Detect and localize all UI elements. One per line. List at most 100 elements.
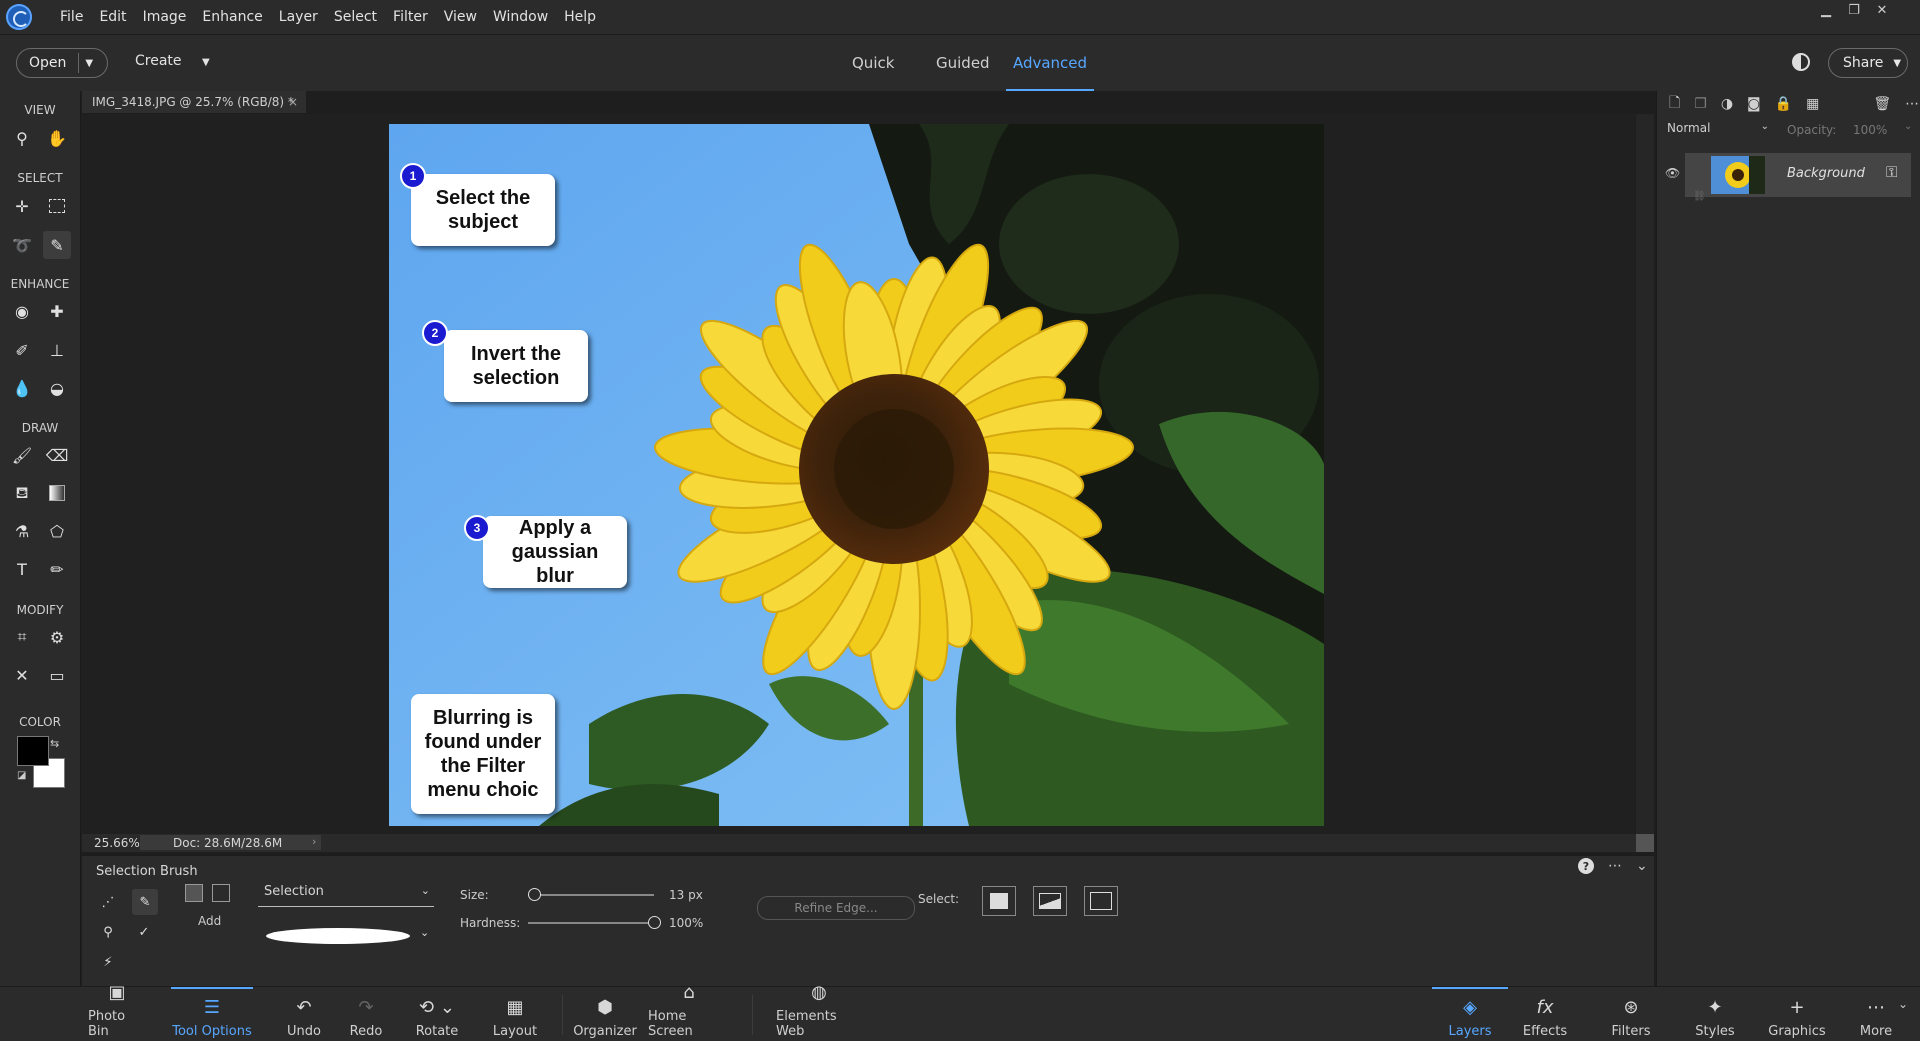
select-background-icon[interactable] bbox=[1084, 886, 1118, 916]
restore-icon[interactable]: ❐ bbox=[1840, 0, 1868, 20]
select-subject-icon[interactable] bbox=[982, 886, 1016, 916]
rotate-button[interactable]: ⟲ ⌄ Rotate bbox=[412, 987, 462, 1041]
select-sky-icon[interactable] bbox=[1033, 886, 1067, 916]
layer-mask-icon[interactable]: ◙ bbox=[1747, 96, 1761, 112]
more-icon[interactable]: ⋯ bbox=[1905, 96, 1919, 112]
chevron-down-icon[interactable]: ▼ bbox=[85, 58, 93, 69]
menu-enhance[interactable]: Enhance bbox=[194, 0, 270, 34]
elements-web-button[interactable]: ◍ Elements Web bbox=[776, 982, 862, 1041]
tab-advanced[interactable]: Advanced bbox=[1006, 35, 1094, 91]
close-icon[interactable]: ✕ bbox=[1868, 0, 1896, 20]
blur-icon[interactable]: 💧 bbox=[8, 374, 36, 402]
quick-selection-icon[interactable]: ⚲ bbox=[96, 920, 120, 944]
vertical-scrollbar[interactable] bbox=[1636, 114, 1654, 834]
pencil-icon[interactable]: ✏ bbox=[43, 555, 71, 583]
lock-icon[interactable]: 🔒 bbox=[1775, 96, 1792, 112]
new-layer-icon[interactable]: 🗋 bbox=[1669, 92, 1680, 116]
brush-preview[interactable] bbox=[266, 928, 410, 944]
gradient-icon[interactable] bbox=[43, 479, 71, 507]
type-icon[interactable]: T bbox=[8, 555, 36, 583]
menu-edit[interactable]: Edit bbox=[91, 0, 134, 34]
menu-window[interactable]: Window bbox=[485, 0, 556, 34]
undo-button[interactable]: ↶ Undo bbox=[284, 987, 324, 1041]
crop-icon[interactable]: ⌗ bbox=[8, 623, 36, 651]
lock-transparency-icon[interactable]: ▦ bbox=[1806, 96, 1819, 112]
add-mode-icon[interactable] bbox=[185, 884, 203, 902]
effects-button[interactable]: fx Effects bbox=[1523, 987, 1567, 1041]
marquee-icon[interactable] bbox=[43, 192, 71, 220]
eyedropper-icon[interactable]: ⚗ bbox=[8, 517, 36, 545]
share-button[interactable]: Share ▼ bbox=[1828, 48, 1908, 78]
menu-view[interactable]: View bbox=[436, 0, 485, 34]
magic-wand-icon[interactable]: ⚡ bbox=[96, 950, 120, 974]
auto-selection-icon[interactable]: ✓ bbox=[132, 920, 156, 944]
hardness-slider-handle[interactable] bbox=[648, 916, 661, 929]
size-slider-handle[interactable] bbox=[528, 888, 542, 901]
menu-select[interactable]: Select bbox=[326, 0, 385, 34]
menu-file[interactable]: File bbox=[52, 0, 91, 34]
layers-button[interactable]: ◈ Layers bbox=[1432, 987, 1508, 1041]
adjustment-layer-icon[interactable]: ◑ bbox=[1721, 96, 1733, 112]
size-slider[interactable] bbox=[528, 888, 654, 901]
blend-mode-select[interactable]: Normal ⌄ bbox=[1667, 121, 1769, 141]
opacity-value[interactable]: 100% bbox=[1853, 123, 1887, 137]
create-button[interactable]: Create ▼ bbox=[135, 53, 210, 69]
photo-canvas[interactable]: Select the subject 1 Invert the selectio… bbox=[389, 124, 1324, 826]
chevron-down-icon[interactable]: ⌄ bbox=[1904, 121, 1912, 132]
selection-brush-tool-icon[interactable]: ⋰ bbox=[96, 890, 120, 914]
spot-healing-icon[interactable]: ✚ bbox=[43, 297, 71, 325]
brush-icon[interactable]: 🖌 bbox=[8, 441, 36, 469]
recompose-icon[interactable]: ⚙ bbox=[43, 623, 71, 651]
layer-row-background[interactable]: Background ⚿ bbox=[1685, 153, 1911, 197]
filters-button[interactable]: ⊛ Filters bbox=[1610, 987, 1652, 1041]
refine-edge-button[interactable]: Refine Edge... bbox=[757, 896, 915, 920]
swap-colors-icon[interactable]: ⇆ bbox=[50, 737, 59, 750]
smart-brush-icon[interactable]: ✐ bbox=[8, 336, 36, 364]
photo-bin-button[interactable]: ▣ Photo Bin bbox=[88, 982, 146, 1041]
lasso-icon[interactable]: ➰ bbox=[8, 231, 36, 259]
red-eye-icon[interactable]: ◉ bbox=[8, 297, 36, 325]
hardness-slider[interactable] bbox=[528, 916, 661, 929]
subtract-mode-icon[interactable] bbox=[212, 884, 230, 902]
minimize-icon[interactable]: ▁ bbox=[1812, 0, 1840, 20]
tab-guided[interactable]: Guided bbox=[936, 35, 990, 91]
document-tab[interactable]: IMG_3418.JPG @ 25.7% (RGB/8) * × bbox=[82, 91, 306, 113]
help-icon[interactable]: ? bbox=[1578, 858, 1594, 874]
redo-button[interactable]: ↷ Redo bbox=[346, 987, 386, 1041]
selection-brush-icon[interactable]: ✎ bbox=[43, 231, 71, 259]
home-screen-button[interactable]: ⌂ Home Screen bbox=[648, 982, 730, 1041]
menu-image[interactable]: Image bbox=[135, 0, 195, 34]
hand-icon[interactable]: ✋ bbox=[43, 124, 71, 152]
chevron-right-icon[interactable]: › bbox=[312, 835, 316, 848]
selection-brush-tool-icon-active[interactable]: ✎ bbox=[132, 889, 158, 915]
eraser-icon[interactable]: ⌫ bbox=[43, 441, 71, 469]
paint-bucket-icon[interactable]: ⛾ bbox=[8, 479, 36, 507]
open-button[interactable]: Open ▼ bbox=[16, 48, 108, 78]
sponge-icon[interactable]: ◒ bbox=[43, 374, 71, 402]
trash-icon[interactable]: 🗑 bbox=[1873, 96, 1891, 112]
chevron-down-icon[interactable]: ⌄ bbox=[420, 926, 429, 939]
foreground-color-swatch[interactable] bbox=[17, 736, 49, 766]
graphics-button[interactable]: + Graphics bbox=[1768, 987, 1825, 1041]
straighten-icon[interactable]: ▭ bbox=[43, 661, 71, 689]
visibility-eye-icon[interactable]: 👁 bbox=[1665, 166, 1680, 180]
new-group-icon[interactable]: ❐ bbox=[1694, 96, 1707, 112]
content-aware-move-icon[interactable]: ✕ bbox=[8, 661, 36, 689]
zoom-icon[interactable]: ⚲ bbox=[8, 124, 36, 152]
tool-options-button[interactable]: ☰ Tool Options bbox=[171, 987, 253, 1041]
menu-filter[interactable]: Filter bbox=[385, 0, 436, 34]
move-icon[interactable]: ✛ bbox=[8, 192, 36, 220]
organizer-button[interactable]: ⬢ Organizer bbox=[573, 987, 637, 1041]
clone-stamp-icon[interactable]: ⊥ bbox=[43, 336, 71, 364]
styles-button[interactable]: ✦ Styles bbox=[1695, 987, 1735, 1041]
close-tab-icon[interactable]: × bbox=[288, 91, 298, 113]
more-icon[interactable]: ⋯ bbox=[1608, 858, 1622, 874]
chevron-down-icon[interactable]: ⌄ bbox=[1636, 858, 1648, 874]
chevron-down-icon[interactable]: ⌄ bbox=[1898, 997, 1908, 1011]
menu-layer[interactable]: Layer bbox=[271, 0, 326, 34]
selection-type-select[interactable]: Selection ⌄ bbox=[258, 884, 434, 907]
layout-button[interactable]: ▦ Layout bbox=[492, 987, 538, 1041]
default-colors-icon[interactable]: ◪ bbox=[17, 770, 26, 781]
more-button[interactable]: ⋯ More bbox=[1856, 987, 1896, 1041]
menu-help[interactable]: Help bbox=[556, 0, 604, 34]
